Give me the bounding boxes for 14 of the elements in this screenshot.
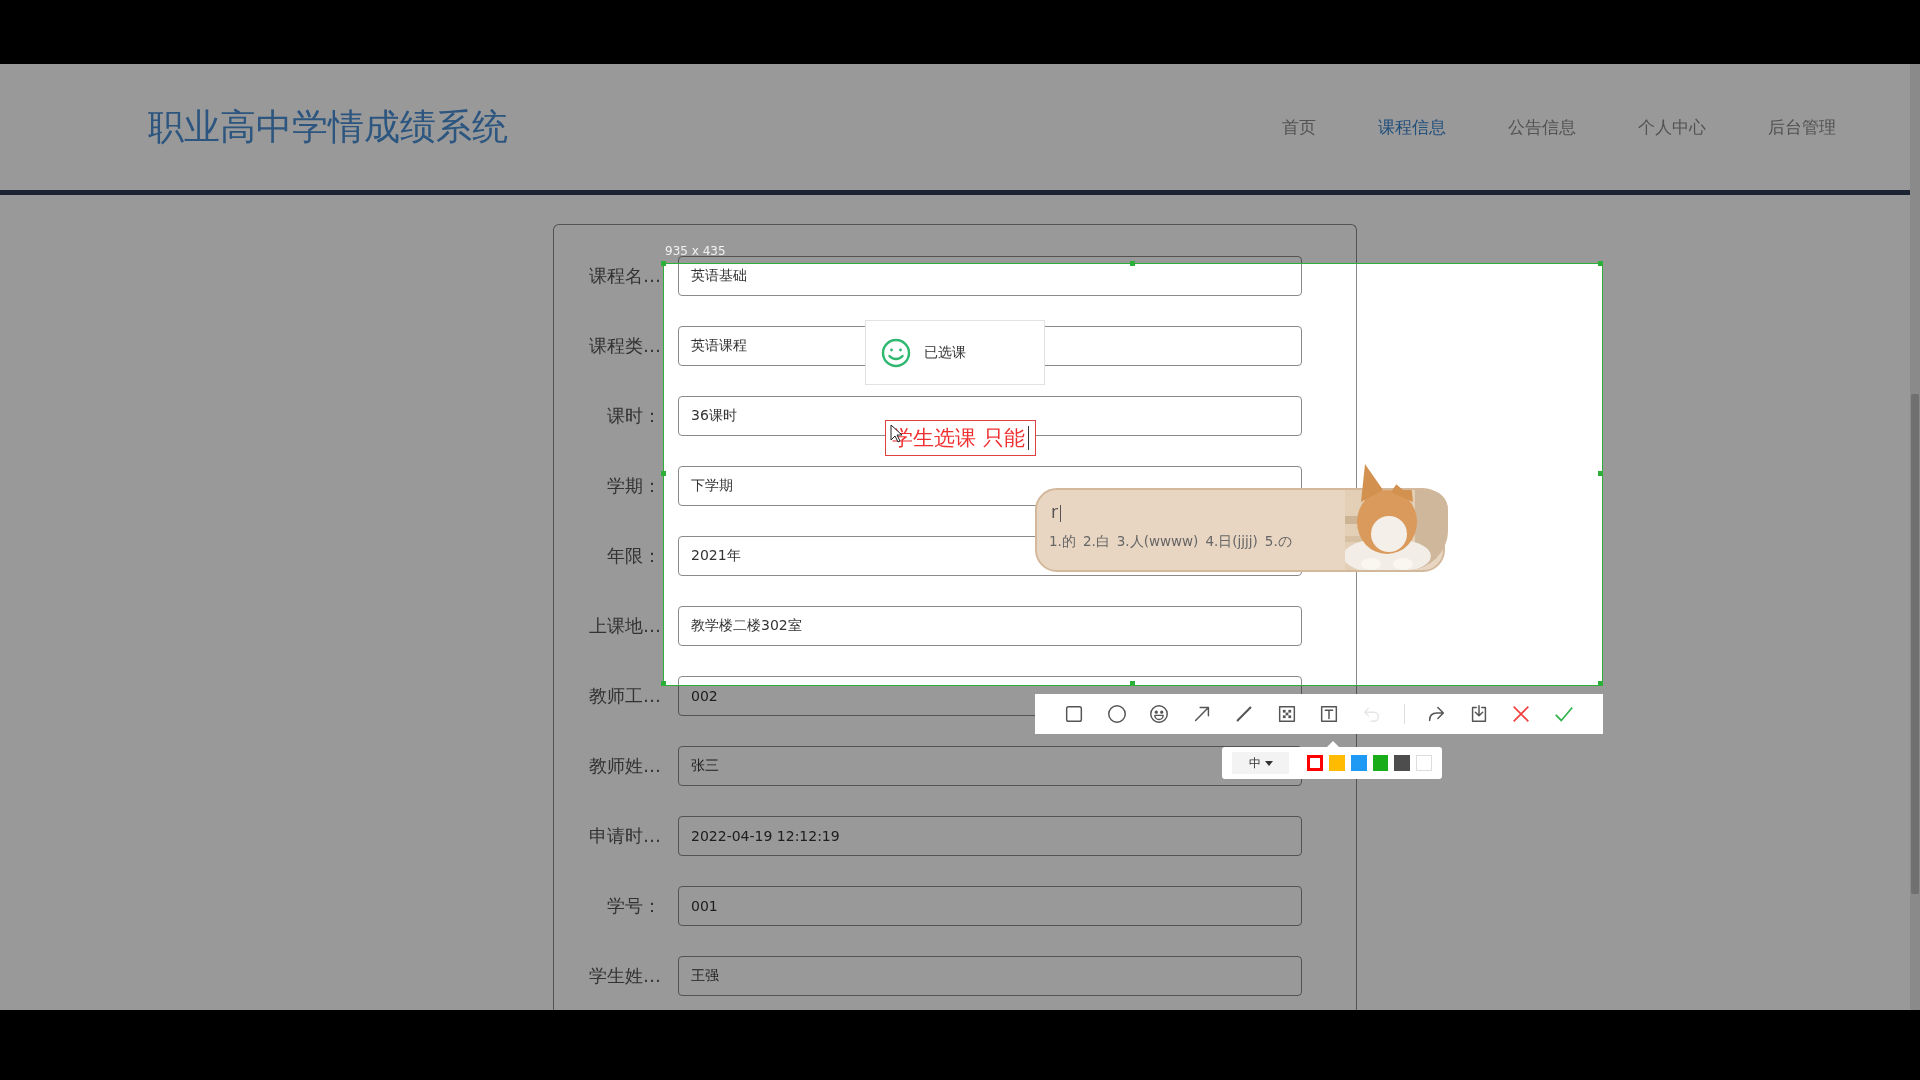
field-label: 学号： <box>606 894 661 918</box>
field-label: 申请时… <box>588 824 661 848</box>
field-label: 课程类… <box>588 334 661 358</box>
field-label: 课程名… <box>588 264 661 288</box>
field-label: 教师姓… <box>588 754 661 778</box>
app-title: 职业高中学情成绩系统 <box>148 104 508 149</box>
field-label: 教师工… <box>588 684 661 708</box>
field-label: 年限： <box>606 544 661 568</box>
toast-message: 已选课 <box>924 343 966 362</box>
field-label: 学生姓… <box>588 964 661 988</box>
field-label: 学期： <box>606 474 661 498</box>
field-label: 上课地… <box>588 614 661 638</box>
size-label: 935 x 435 <box>665 244 726 258</box>
field-label: 课时： <box>606 404 661 428</box>
